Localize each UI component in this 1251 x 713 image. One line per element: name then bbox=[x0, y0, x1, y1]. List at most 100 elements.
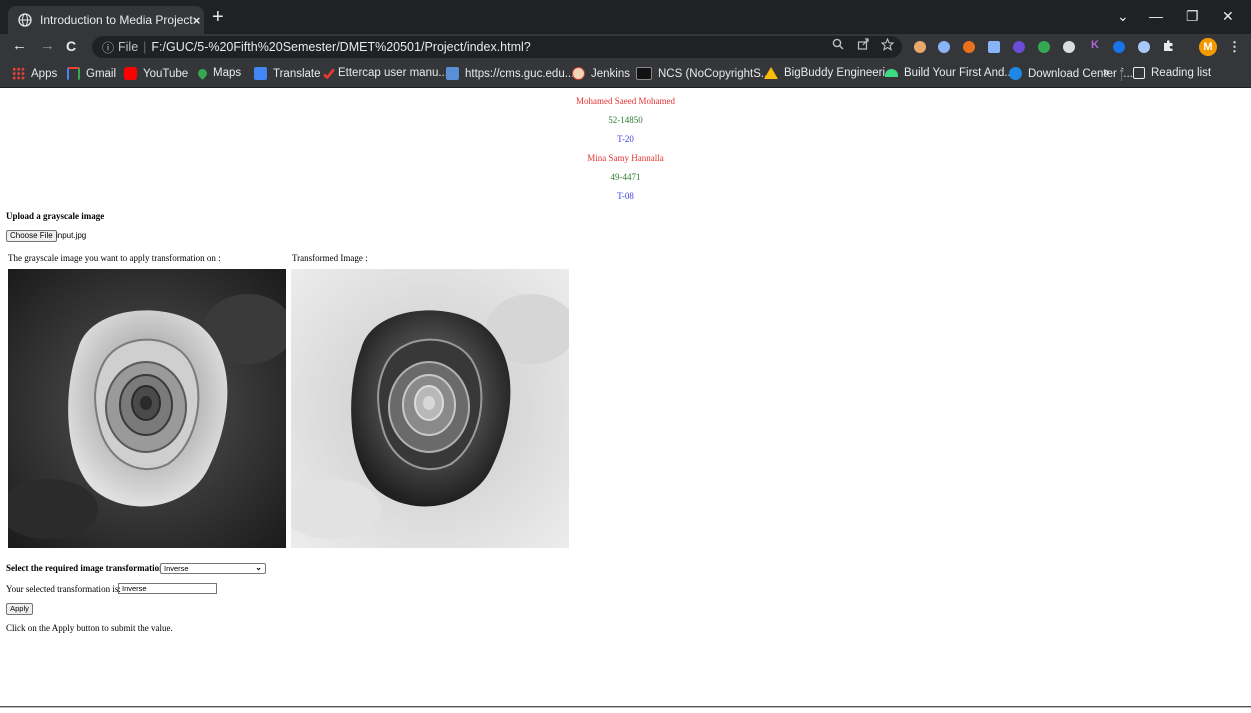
selected-transformation-label: Your selected transformation is: bbox=[6, 584, 121, 594]
extension-cookie-icon[interactable] bbox=[914, 41, 926, 53]
bookmark-ncs[interactable]: NCS (NoCopyrightS... bbox=[636, 67, 770, 80]
back-button[interactable]: ← bbox=[12, 38, 27, 54]
close-tab-icon[interactable]: × bbox=[193, 13, 201, 28]
bookmark-youtube[interactable]: YouTube bbox=[124, 67, 188, 80]
transformation-select-value: Inverse bbox=[164, 564, 189, 573]
reading-list-icon bbox=[1133, 67, 1145, 79]
share-icon[interactable] bbox=[857, 38, 869, 53]
android-icon bbox=[885, 69, 898, 77]
bookmark-label: Gmail bbox=[86, 67, 117, 80]
extensions-puzzle-icon[interactable] bbox=[1162, 39, 1175, 55]
upload-heading: Upload a grayscale image bbox=[6, 211, 105, 221]
student-name-1: Mohamed Saeed Mohamed bbox=[576, 96, 675, 106]
browser-toolbar: ← → C ⓘ File | F:/GUC/5-%20Fifth%20Semes… bbox=[0, 34, 1251, 60]
browser-menu-icon[interactable]: ⋮ bbox=[1228, 39, 1241, 55]
drive-triangle-icon bbox=[764, 67, 778, 79]
bookmark-apps[interactable]: Apps bbox=[12, 67, 57, 80]
bookmark-star-icon[interactable] bbox=[880, 37, 895, 54]
url-scheme-label: File bbox=[118, 40, 139, 54]
profile-avatar[interactable]: M bbox=[1199, 38, 1217, 56]
bookmark-ettercap[interactable]: Ettercap user manu... bbox=[322, 66, 448, 80]
new-tab-button[interactable]: + bbox=[212, 7, 224, 27]
browser-tab[interactable]: Introduction to Media Project × bbox=[8, 6, 204, 34]
student-tutorial-2: T-08 bbox=[617, 191, 634, 201]
translate-icon bbox=[254, 67, 267, 80]
apply-button[interactable]: Apply bbox=[6, 603, 33, 615]
bookmark-gmail[interactable]: Gmail bbox=[67, 67, 116, 80]
bookmark-cms-guc[interactable]: https://cms.guc.edu... bbox=[446, 67, 574, 80]
transformation-select[interactable]: Inverse ⌄ bbox=[160, 563, 266, 574]
checkmark-icon bbox=[322, 66, 336, 80]
extension-purple-icon[interactable] bbox=[1013, 41, 1025, 53]
youtube-icon bbox=[124, 67, 137, 80]
bookmark-label: Apps bbox=[31, 67, 58, 80]
minimize-window-button[interactable]: — bbox=[1149, 8, 1163, 24]
apps-grid-icon bbox=[12, 67, 25, 80]
tab-title: Introduction to Media Project bbox=[40, 13, 193, 27]
bookmark-maps[interactable]: Maps bbox=[196, 66, 242, 80]
student-id-2: 49-4471 bbox=[610, 172, 641, 182]
original-image bbox=[8, 269, 286, 548]
bookmarks-overflow-button[interactable]: » bbox=[1103, 67, 1109, 79]
transformed-image-caption: Transformed Image : bbox=[292, 253, 368, 263]
selected-file-name: input.jpg bbox=[56, 231, 87, 240]
bookmark-label: Download Center f... bbox=[1028, 67, 1133, 80]
browser-tab-bar: Introduction to Media Project × + ⌄ — ❐ … bbox=[0, 0, 1251, 34]
student-id-1: 52-14850 bbox=[608, 115, 643, 125]
bookmark-label: Ettercap user manu... bbox=[338, 67, 448, 79]
bookmark-label: BigBuddy Engineeri... bbox=[784, 67, 895, 79]
bookmark-label: Jenkins bbox=[591, 67, 630, 80]
restore-window-button[interactable]: ❐ bbox=[1186, 8, 1199, 25]
extension-orange-icon[interactable] bbox=[963, 41, 975, 53]
extension-blue-icon[interactable] bbox=[938, 41, 950, 53]
site-info-icon[interactable]: ⓘ bbox=[102, 39, 114, 56]
reading-list-label: Reading list bbox=[1151, 67, 1212, 79]
url-text[interactable]: F:/GUC/5-%20Fifth%20Semester/DMET%20501/… bbox=[151, 40, 530, 54]
extension-screen-icon[interactable] bbox=[988, 41, 1000, 53]
selected-transformation-field[interactable]: Inverse bbox=[118, 583, 217, 594]
close-window-button[interactable]: ✕ bbox=[1222, 8, 1234, 25]
extension-k-icon[interactable]: K bbox=[1091, 39, 1099, 51]
bookmark-label: Translate bbox=[273, 67, 321, 80]
transformed-image bbox=[291, 269, 569, 548]
bookmark-build-android[interactable]: Build Your First And... bbox=[885, 67, 1014, 79]
bookmark-translate[interactable]: Translate bbox=[254, 67, 321, 80]
forward-button[interactable]: → bbox=[40, 38, 55, 54]
extension-link-icon[interactable] bbox=[1113, 41, 1125, 53]
bookmark-bigbuddy[interactable]: BigBuddy Engineeri... bbox=[764, 67, 895, 79]
reload-button[interactable]: C bbox=[66, 38, 76, 54]
extension-search-icon[interactable] bbox=[1138, 41, 1150, 53]
tab-search-chevron-icon[interactable]: ⌄ bbox=[1117, 8, 1129, 25]
chevron-down-icon: ⌄ bbox=[255, 563, 262, 572]
student-tutorial-1: T-20 bbox=[617, 134, 634, 144]
transformation-select-label: Select the required image transformation bbox=[6, 563, 165, 573]
reading-list-button[interactable]: Reading list bbox=[1133, 67, 1211, 79]
bookmark-label: NCS (NoCopyrightS... bbox=[658, 67, 771, 80]
zoom-icon[interactable] bbox=[832, 38, 844, 53]
bookmarks-bar: Apps Gmail YouTube Maps Translate Etterc… bbox=[0, 60, 1251, 88]
address-bar[interactable]: ⓘ File | F:/GUC/5-%20Fifth%20Semester/DM… bbox=[92, 36, 902, 58]
download-center-icon bbox=[1009, 67, 1022, 80]
bookmark-label: YouTube bbox=[143, 67, 189, 80]
maps-pin-icon bbox=[196, 66, 209, 80]
extension-green-icon[interactable] bbox=[1038, 41, 1050, 53]
gmail-icon bbox=[67, 67, 80, 80]
extension-gray-icon[interactable] bbox=[1063, 41, 1075, 53]
bookmark-label: https://cms.guc.edu... bbox=[465, 67, 575, 80]
choose-file-button[interactable]: Choose File bbox=[6, 230, 57, 242]
page-divider bbox=[0, 706, 1251, 708]
student-name-2: Mina Samy Hannalla bbox=[587, 153, 664, 163]
bookmarks-divider bbox=[1121, 67, 1122, 81]
bookmark-label: Maps bbox=[213, 67, 242, 79]
page-content: Mohamed Saeed Mohamed 52-14850 T-20 Mina… bbox=[0, 89, 1251, 713]
url-separator: | bbox=[143, 40, 147, 54]
globe-icon bbox=[18, 13, 32, 27]
ncs-icon bbox=[636, 67, 652, 80]
bookmark-jenkins[interactable]: Jenkins bbox=[572, 67, 630, 80]
document-icon bbox=[446, 67, 459, 80]
original-image-caption: The grayscale image you want to apply tr… bbox=[8, 253, 221, 263]
jenkins-icon bbox=[572, 67, 585, 80]
bookmark-label: Build Your First And... bbox=[904, 67, 1014, 79]
bookmark-download-center[interactable]: Download Center f... bbox=[1009, 67, 1133, 80]
apply-hint-text: Click on the Apply button to submit the … bbox=[6, 623, 173, 633]
